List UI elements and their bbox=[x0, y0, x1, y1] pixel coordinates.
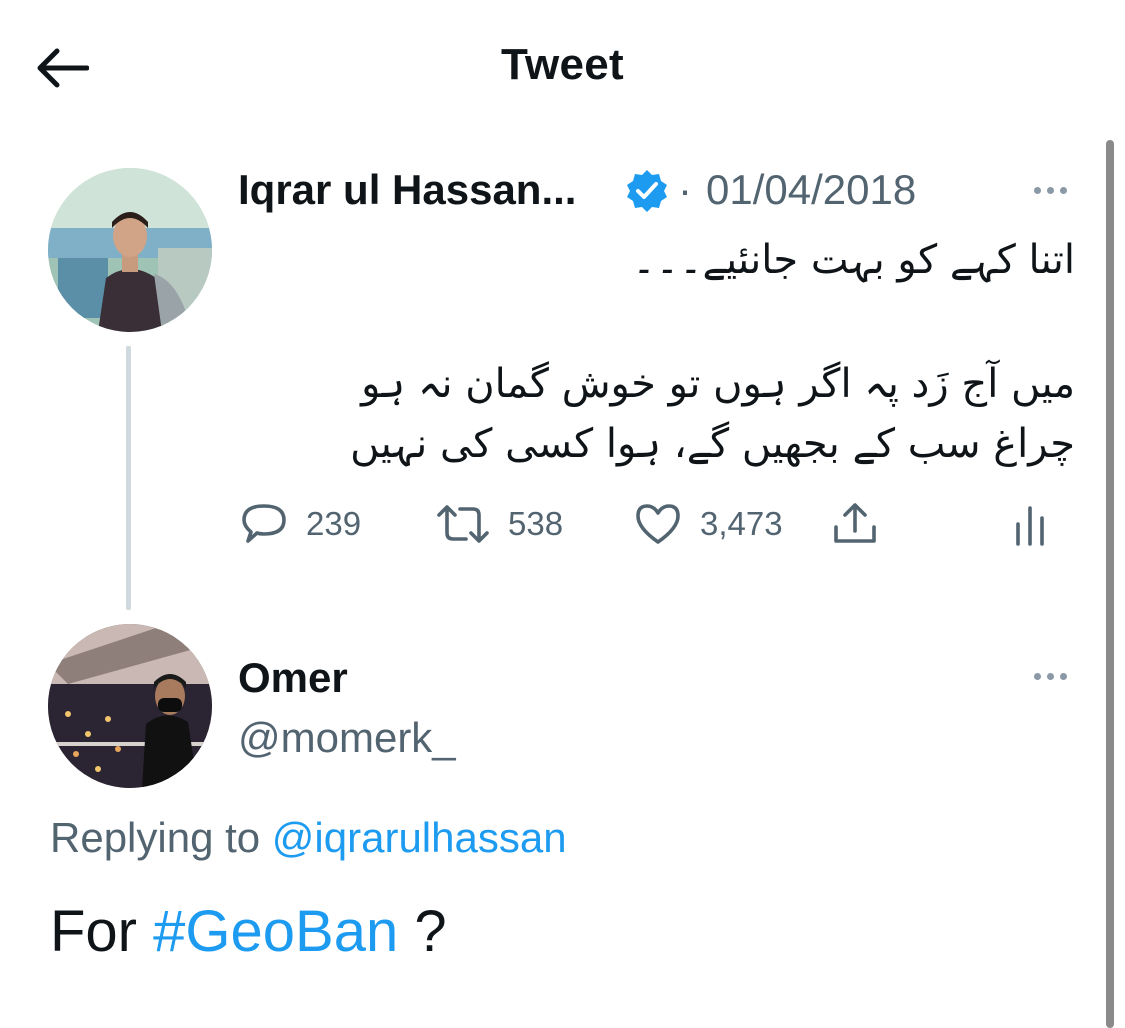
share-icon bbox=[834, 503, 876, 543]
tweet-text-line: میں آج زَد پہ اگر ہوں تو خوش گمان نہ ہو bbox=[361, 361, 1075, 407]
reply-text-prefix: For bbox=[50, 899, 137, 964]
analytics-icon bbox=[1016, 506, 1044, 546]
dot-icon bbox=[1046, 672, 1054, 680]
dot-icon bbox=[1033, 186, 1041, 194]
dot-icon bbox=[1033, 672, 1041, 680]
author-name[interactable]: Iqrar ul Hassan... bbox=[238, 166, 576, 214]
avatar-omer[interactable] bbox=[48, 624, 212, 788]
share-button[interactable] bbox=[830, 498, 880, 550]
reply-button[interactable]: 239 bbox=[240, 498, 361, 550]
reply-author-name[interactable]: Omer bbox=[238, 654, 348, 702]
thread-line bbox=[126, 346, 131, 610]
verified-badge-icon bbox=[627, 170, 667, 212]
top-bar: Tweet bbox=[0, 0, 1125, 140]
hashtag-link[interactable]: #GeoBan bbox=[153, 899, 398, 964]
reply-text: For #GeoBan ? bbox=[50, 898, 447, 965]
replying-prefix: Replying to bbox=[50, 814, 261, 861]
scrollbar[interactable] bbox=[1106, 140, 1114, 1028]
replying-to-link[interactable]: @iqrarulhassan bbox=[272, 814, 567, 861]
tweet-text-line: اتنا کہے کو بہت جانئیے۔۔۔ bbox=[632, 237, 1075, 283]
heart-icon bbox=[636, 504, 680, 544]
tweet-date[interactable]: 01/04/2018 bbox=[706, 166, 916, 214]
like-button[interactable]: 3,473 bbox=[634, 498, 783, 550]
dot-icon bbox=[1046, 186, 1054, 194]
retweet-button[interactable]: 538 bbox=[436, 498, 563, 550]
tweet-text-line: چراغ سب کے بجھیں گے، ہوا کسی کی نہیں bbox=[350, 421, 1075, 467]
reply-count: 239 bbox=[306, 505, 362, 542]
analytics-button[interactable] bbox=[1010, 498, 1050, 550]
retweet-count: 538 bbox=[508, 505, 564, 542]
reply-more-options-button[interactable] bbox=[1022, 658, 1078, 694]
meta-separator: · bbox=[678, 166, 692, 213]
retweet-icon bbox=[437, 505, 489, 543]
like-count: 3,473 bbox=[700, 505, 783, 542]
dot-icon bbox=[1059, 186, 1067, 194]
replying-to-line: Replying to @iqrarulhassan bbox=[50, 814, 567, 862]
comment-icon bbox=[242, 504, 286, 543]
more-options-button[interactable] bbox=[1022, 172, 1078, 208]
reply-text-suffix: ? bbox=[414, 899, 447, 964]
dot-icon bbox=[1059, 672, 1067, 680]
avatar-iqrar[interactable] bbox=[48, 168, 212, 332]
page-title: Tweet bbox=[501, 40, 624, 89]
reply-author-handle[interactable]: @momerk_ bbox=[238, 714, 456, 762]
